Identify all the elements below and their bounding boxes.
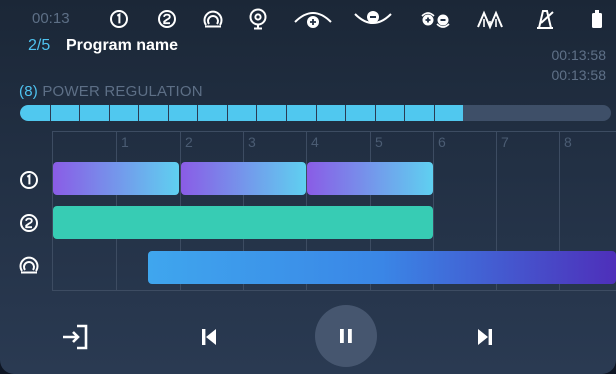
power-regulation-bar[interactable] (20, 105, 611, 121)
timeline-block[interactable] (148, 251, 616, 284)
remaining-time: 00:13:58 (551, 67, 607, 83)
total-time: 00:13:58 (551, 47, 607, 63)
temperature-down-icon[interactable] (352, 8, 394, 30)
zone-3-icon (18, 254, 40, 276)
status-bar: 00:13 (0, 0, 616, 34)
pause-icon (340, 329, 352, 343)
timeline-column-label: 3 (248, 134, 256, 150)
power-regulation-label: POWER REGULATION (42, 83, 203, 100)
power-segment-divider (138, 105, 139, 121)
timeline-column-label: 1 (121, 134, 129, 150)
timeline-block[interactable] (53, 162, 179, 195)
power-segment-divider (434, 105, 435, 121)
power-regulation-heading: (8) POWER REGULATION (19, 83, 203, 100)
next-button[interactable] (472, 324, 498, 350)
pause-button[interactable] (315, 305, 377, 367)
power-segment-divider (109, 105, 110, 121)
power-segment-divider (79, 105, 80, 121)
power-segment-divider (50, 105, 51, 121)
timeline-column-label: 7 (501, 134, 509, 150)
metronome-icon[interactable] (533, 8, 557, 30)
zone-1-icon[interactable] (108, 8, 130, 30)
previous-icon (202, 329, 216, 345)
power-segment-divider (256, 105, 257, 121)
power-segment-divider (197, 105, 198, 121)
timeline-column-label: 4 (311, 134, 319, 150)
next-icon (478, 329, 492, 345)
exit-icon (63, 324, 88, 350)
temperature-adjust-icon[interactable] (419, 8, 453, 30)
timeline-block[interactable] (53, 206, 434, 239)
program-timeline: 1 2 3 4 5 6 7 8 (52, 131, 616, 291)
power-segment-divider (404, 105, 405, 121)
cooking-program-screen: 00:13 2/5 Program name 00:13:58 00:13:58… (0, 0, 616, 374)
zone-2-icon (18, 212, 40, 234)
program-index: 2/5 (28, 37, 51, 54)
power-regulation-index: (8) (19, 83, 38, 100)
timeline-column-label: 8 (564, 134, 572, 150)
zone-3-icon[interactable] (201, 8, 225, 30)
timeline-block[interactable] (180, 162, 307, 195)
exit-button[interactable] (58, 320, 92, 354)
battery-icon (590, 8, 604, 30)
previous-button[interactable] (196, 324, 222, 350)
power-segment-divider (345, 105, 346, 121)
power-segment-divider (316, 105, 317, 121)
power-segment-divider (375, 105, 376, 121)
wave-icon[interactable] (475, 8, 505, 30)
temperature-up-icon[interactable] (292, 8, 334, 30)
timeline-block[interactable] (307, 162, 434, 195)
power-segment-divider (227, 105, 228, 121)
timeline-column-label: 5 (375, 134, 383, 150)
timeline-column-label: 6 (438, 134, 446, 150)
power-segment-divider (286, 105, 287, 121)
zone-1-icon (18, 169, 40, 191)
power-segment-divider (168, 105, 169, 121)
timeline-column-label: 2 (185, 134, 193, 150)
zone-2-icon[interactable] (156, 8, 178, 30)
elapsed-time: 00:13 (32, 10, 70, 27)
program-name[interactable]: Program name (66, 37, 178, 55)
power-regulation-fill (20, 105, 464, 121)
probe-icon[interactable] (247, 8, 269, 30)
